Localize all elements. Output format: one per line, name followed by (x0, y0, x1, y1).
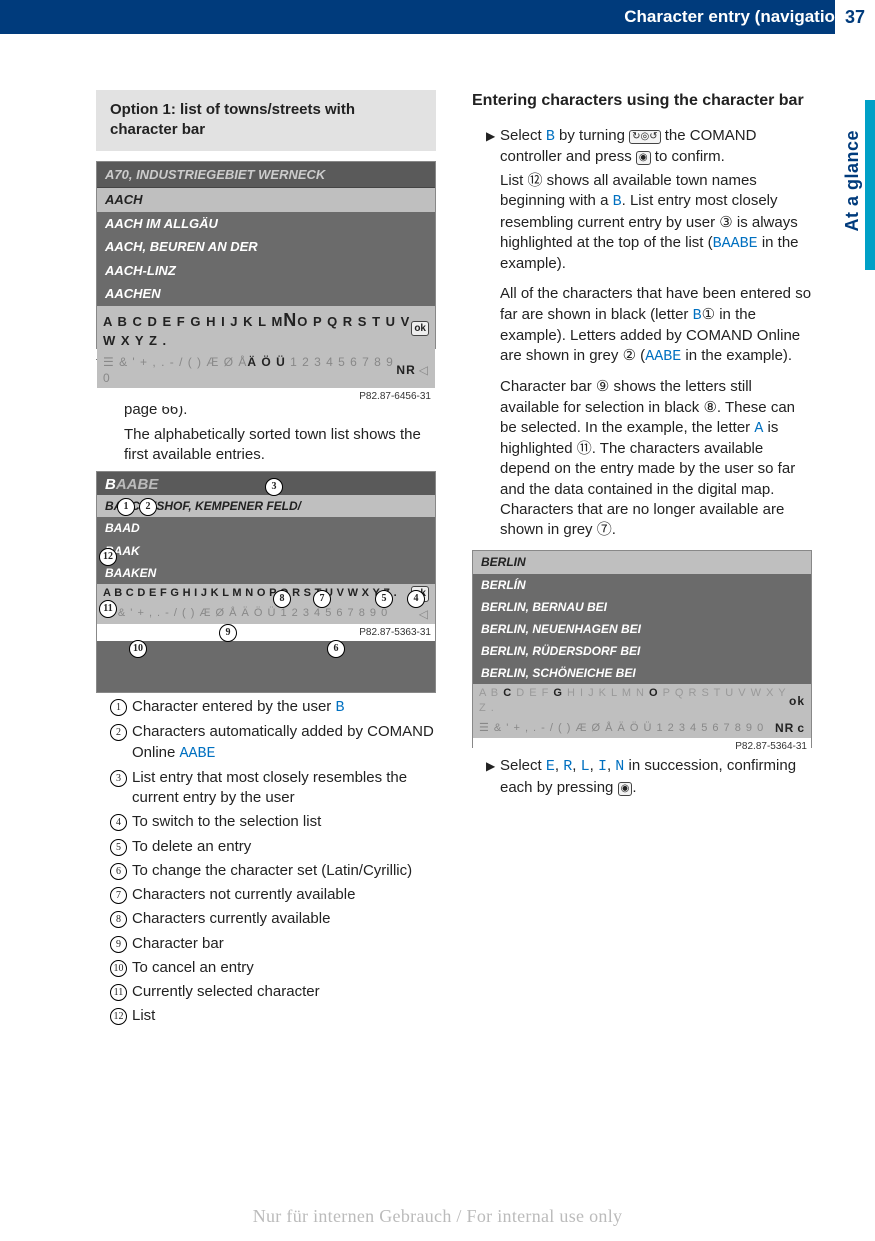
legend-item: 1Character entered by the user B (96, 697, 436, 718)
figure-legend: 1Character entered by the user B 2Charact… (96, 697, 436, 1027)
legend-item: 12List (96, 1006, 436, 1026)
instruction-step: ▶ Select E, R, L, I, N in succession, co… (472, 756, 812, 798)
legend-item: 2Characters automatically added by COMAN… (96, 722, 436, 764)
side-tab: At a glance (835, 100, 875, 380)
annotated-screenshot: BAABE BAACKESHOF, KEMPENER FELD/ BAAD BA… (96, 471, 436, 693)
instruction-step: ▶ Select B by turning ↻◎↺ the COMAND con… (472, 126, 812, 168)
right-column: Entering characters using the character … (472, 90, 812, 1031)
option-box: Option 1: list of towns/streets with cha… (96, 90, 436, 151)
legend-item: 9Character bar (96, 934, 436, 954)
legend-item: 10To cancel an entry (96, 958, 436, 978)
legend-item: 11Currently selected character (96, 982, 436, 1002)
side-tab-label: At a glance (842, 130, 863, 232)
internal-use-footer: Nur für internen Gebrauch / For internal… (0, 1206, 875, 1227)
berlin-screenshot: BERLIN BERLÍN BERLIN, BERNAU BEI BERLIN,… (472, 550, 812, 748)
town-list-screenshot: A70, INDUSTRIEGEBIET WERNECK AACH AACH I… (96, 161, 436, 349)
legend-item: 3List entry that most closely resembles … (96, 768, 436, 809)
legend-item: 7Characters not currently available (96, 885, 436, 905)
legend-item: 6To change the character set (Latin/Cyri… (96, 861, 436, 881)
section-title: Character entry (navigation) (624, 7, 851, 27)
page-header: Character entry (navigation) (0, 0, 875, 34)
section-heading: Entering characters using the character … (472, 90, 812, 112)
page-number: 37 (835, 0, 875, 34)
legend-item: 4To switch to the selection list (96, 812, 436, 832)
legend-item: 5To delete an entry (96, 837, 436, 857)
left-column: Option 1: list of towns/streets with cha… (96, 90, 436, 1031)
legend-item: 8Characters currently available (96, 909, 436, 929)
